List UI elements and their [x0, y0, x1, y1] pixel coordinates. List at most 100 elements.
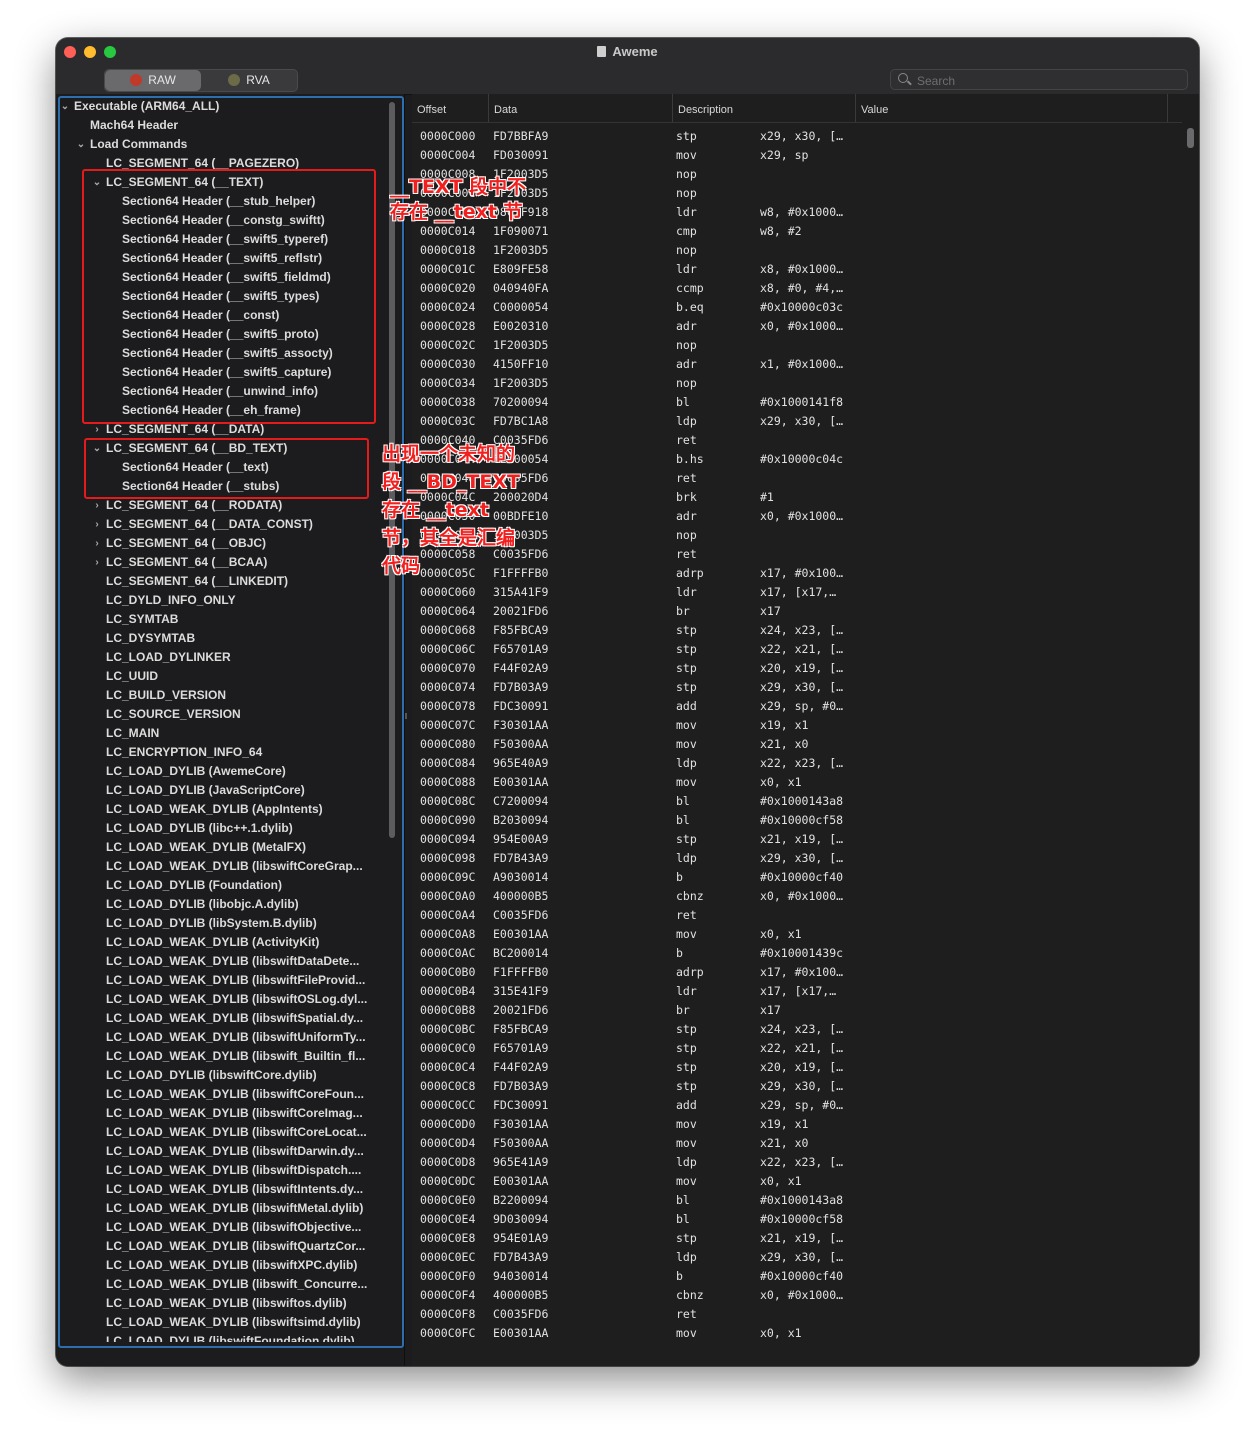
tree-node[interactable]: LC_LOAD_WEAK_DYLIB (libswiftDispatch....	[56, 1161, 386, 1180]
search-input[interactable]	[915, 70, 1179, 91]
table-row[interactable]: 0000C008 1F2003D5 nop	[412, 165, 1182, 184]
table-row[interactable]: 0000C054 1F2003D5 nop	[412, 526, 1182, 545]
tree-node[interactable]: LC_LOAD_WEAK_DYLIB (libswiftDataDete...	[56, 952, 386, 971]
tree-node[interactable]: LC_LOAD_DYLIB (libc++.1.dylib)	[56, 819, 386, 838]
tree-node[interactable]: Section64 Header (__stub_helper)	[56, 192, 386, 211]
tree-node[interactable]: Section64 Header (__stubs)	[56, 477, 386, 496]
tree-node[interactable]: LC_SYMTAB	[56, 610, 386, 629]
table-row[interactable]: 0000C0FC E00301AA mov x0, x1	[412, 1324, 1182, 1343]
tree-node[interactable]: ⌄ Load Commands	[56, 135, 386, 154]
table-row[interactable]: 0000C04C 200020D4 brk #1	[412, 488, 1182, 507]
tree-node[interactable]: Section64 Header (__swift5_capture)	[56, 363, 386, 382]
tree-node[interactable]: Section64 Header (__const)	[56, 306, 386, 325]
column-header-offset[interactable]: Offset	[412, 94, 488, 122]
table-row[interactable]: 0000C0C4 F44F02A9 stp x20, x19, […	[412, 1058, 1182, 1077]
tree-node[interactable]: LC_LOAD_WEAK_DYLIB (libswiftOSLog.dyl...	[56, 990, 386, 1009]
rva-mode-button[interactable]: RVA	[201, 70, 297, 91]
tree-node[interactable]: LC_LOAD_WEAK_DYLIB (libswiftQuartzCor...	[56, 1237, 386, 1256]
table-row[interactable]: 0000C08C C7200094 bl #0x1000143a8	[412, 792, 1182, 811]
tree-node[interactable]: Section64 Header (__swift5_proto)	[56, 325, 386, 344]
tree-node[interactable]: LC_LOAD_DYLIB (Foundation)	[56, 876, 386, 895]
table-row[interactable]: 0000C018 1F2003D5 nop	[412, 241, 1182, 260]
table-row[interactable]: 0000C0F8 C0035FD6 ret	[412, 1305, 1182, 1324]
table-row[interactable]: 0000C03C FD7BC1A8 ldp x29, x30, […	[412, 412, 1182, 431]
search-field[interactable]	[890, 69, 1188, 91]
tree-node[interactable]: LC_LOAD_WEAK_DYLIB (libswiftMetal.dylib)	[56, 1199, 386, 1218]
table-row[interactable]: 0000C084 965E40A9 ldp x22, x23, […	[412, 754, 1182, 773]
tree-node[interactable]: LC_LOAD_DYLINKER	[56, 648, 386, 667]
tree-node[interactable]: LC_SOURCE_VERSION	[56, 705, 386, 724]
table-row[interactable]: 0000C074 FD7B03A9 stp x29, x30, […	[412, 678, 1182, 697]
tree-node[interactable]: LC_UUID	[56, 667, 386, 686]
tree-node[interactable]: LC_SEGMENT_64 (__LINKEDIT)	[56, 572, 386, 591]
tree-node[interactable]: LC_LOAD_WEAK_DYLIB (libswiftFileProvid..…	[56, 971, 386, 990]
tree-node[interactable]: LC_LOAD_WEAK_DYLIB (libswiftsimd.dylib)	[56, 1313, 386, 1332]
table-scrollbar[interactable]	[1187, 128, 1194, 148]
table-row[interactable]: 0000C0C8 FD7B03A9 stp x29, x30, […	[412, 1077, 1182, 1096]
table-row[interactable]: 0000C0A4 C0035FD6 ret	[412, 906, 1182, 925]
table-row[interactable]: 0000C020 040940FA ccmp x8, #0, #4,…	[412, 279, 1182, 298]
table-row[interactable]: 0000C0A8 E00301AA mov x0, x1	[412, 925, 1182, 944]
table-row[interactable]: 0000C004 FD030091 mov x29, sp	[412, 146, 1182, 165]
tree-node[interactable]: LC_LOAD_DYLIB (libswiftCore.dylib)	[56, 1066, 386, 1085]
table-row[interactable]: 0000C040 C0035FD6 ret	[412, 431, 1182, 450]
tree-node[interactable]: LC_LOAD_WEAK_DYLIB (MetalFX)	[56, 838, 386, 857]
tree-node[interactable]: LC_LOAD_WEAK_DYLIB (libswiftSpatial.dy..…	[56, 1009, 386, 1028]
tree-node[interactable]: LC_LOAD_WEAK_DYLIB (libswiftCoreFoun...	[56, 1085, 386, 1104]
table-row[interactable]: 0000C028 E0020310 adr x0, #0x1000…	[412, 317, 1182, 336]
tree-node[interactable]: LC_LOAD_WEAK_DYLIB (libswiftCoreImag...	[56, 1104, 386, 1123]
tree-node[interactable]: › LC_SEGMENT_64 (__BCAA)	[56, 553, 386, 572]
table-row[interactable]: 0000C0E0 B2200094 bl #0x1000143a8	[412, 1191, 1182, 1210]
table-row[interactable]: 0000C058 C0035FD6 ret	[412, 545, 1182, 564]
tree-node[interactable]: LC_LOAD_WEAK_DYLIB (libswiftCoreLocat...	[56, 1123, 386, 1142]
table-row[interactable]: 0000C000 FD7BBFA9 stp x29, x30, […	[412, 127, 1182, 146]
tree-node[interactable]: LC_LOAD_WEAK_DYLIB (ActivityKit)	[56, 933, 386, 952]
tree-node[interactable]: Section64 Header (__unwind_info)	[56, 382, 386, 401]
tree-node[interactable]: Section64 Header (__swift5_fieldmd)	[56, 268, 386, 287]
tree-node[interactable]: ⌄ Executable (ARM64_ALL)	[56, 97, 386, 116]
table-row[interactable]: 0000C038 70200094 bl #0x1000141f8	[412, 393, 1182, 412]
chevron-right-icon[interactable]: ›	[92, 496, 102, 515]
column-header-value[interactable]: Value	[855, 94, 1167, 122]
tree-node[interactable]: › LC_SEGMENT_64 (__OBJC)	[56, 534, 386, 553]
tree-node[interactable]: LC_LOAD_DYLIB (JavaScriptCore)	[56, 781, 386, 800]
tree-node[interactable]: Mach64 Header	[56, 116, 386, 135]
chevron-down-icon[interactable]: ⌄	[76, 135, 86, 154]
tree-node[interactable]: LC_MAIN	[56, 724, 386, 743]
tree-node[interactable]: Section64 Header (__swift5_typeref)	[56, 230, 386, 249]
table-row[interactable]: 0000C050 00BDFE10 adr x0, #0x1000…	[412, 507, 1182, 526]
tree-node[interactable]: LC_LOAD_DYLIB (libobjc.A.dylib)	[56, 895, 386, 914]
tree-node[interactable]: LC_ENCRYPTION_INFO_64	[56, 743, 386, 762]
table-row[interactable]: 0000C0AC BC200014 b #0x10001439c	[412, 944, 1182, 963]
column-header-description[interactable]: Description	[672, 94, 855, 122]
table-row[interactable]: 0000C010 0807F918 ldr w8, #0x1000…	[412, 203, 1182, 222]
table-row[interactable]: 0000C0E4 9D030094 bl #0x10000cf58	[412, 1210, 1182, 1229]
tree-node[interactable]: LC_LOAD_WEAK_DYLIB (libswiftXPC.dylib)	[56, 1256, 386, 1275]
table-row[interactable]: 0000C090 B2030094 bl #0x10000cf58	[412, 811, 1182, 830]
table-row[interactable]: 0000C01C E809FE58 ldr x8, #0x1000…	[412, 260, 1182, 279]
split-divider-handle[interactable]	[405, 713, 407, 719]
tree-node[interactable]: Section64 Header (__swift5_types)	[56, 287, 386, 306]
table-row[interactable]: 0000C0E8 954E01A9 stp x21, x19, […	[412, 1229, 1182, 1248]
table-row[interactable]: 0000C068 F85FBCA9 stp x24, x23, […	[412, 621, 1182, 640]
tree-node[interactable]: LC_LOAD_WEAK_DYLIB (libswiftos.dylib)	[56, 1294, 386, 1313]
chevron-down-icon[interactable]: ⌄	[92, 439, 102, 458]
table-row[interactable]: 0000C0B0 F1FFFFB0 adrp x17, #0x100…	[412, 963, 1182, 982]
table-row[interactable]: 0000C064 20021FD6 br x17	[412, 602, 1182, 621]
table-row[interactable]: 0000C044 62000054 b.hs #0x10000c04c	[412, 450, 1182, 469]
table-row[interactable]: 0000C0DC E00301AA mov x0, x1	[412, 1172, 1182, 1191]
table-row[interactable]: 0000C094 954E00A9 stp x21, x19, […	[412, 830, 1182, 849]
table-row[interactable]: 0000C07C F30301AA mov x19, x1	[412, 716, 1182, 735]
tree-node[interactable]: LC_SEGMENT_64 (__PAGEZERO)	[56, 154, 386, 173]
chevron-right-icon[interactable]: ›	[92, 534, 102, 553]
table-row[interactable]: 0000C0F4 400000B5 cbnz x0, #0x1000…	[412, 1286, 1182, 1305]
tree-node[interactable]: LC_LOAD_WEAK_DYLIB (libswiftObjective...	[56, 1218, 386, 1237]
tree-node[interactable]: ⌄ LC_SEGMENT_64 (__TEXT)	[56, 173, 386, 192]
table-row[interactable]: 0000C0D8 965E41A9 ldp x22, x23, […	[412, 1153, 1182, 1172]
table-row[interactable]: 0000C0CC FDC30091 add x29, sp, #0…	[412, 1096, 1182, 1115]
tree-node[interactable]: LC_LOAD_DYLIB (libswiftFoundation.dylib)	[56, 1332, 386, 1342]
tree-node[interactable]: LC_BUILD_VERSION	[56, 686, 386, 705]
table-row[interactable]: 0000C078 FDC30091 add x29, sp, #0…	[412, 697, 1182, 716]
table-row[interactable]: 0000C014 1F090071 cmp w8, #2	[412, 222, 1182, 241]
table-row[interactable]: 0000C088 E00301AA mov x0, x1	[412, 773, 1182, 792]
